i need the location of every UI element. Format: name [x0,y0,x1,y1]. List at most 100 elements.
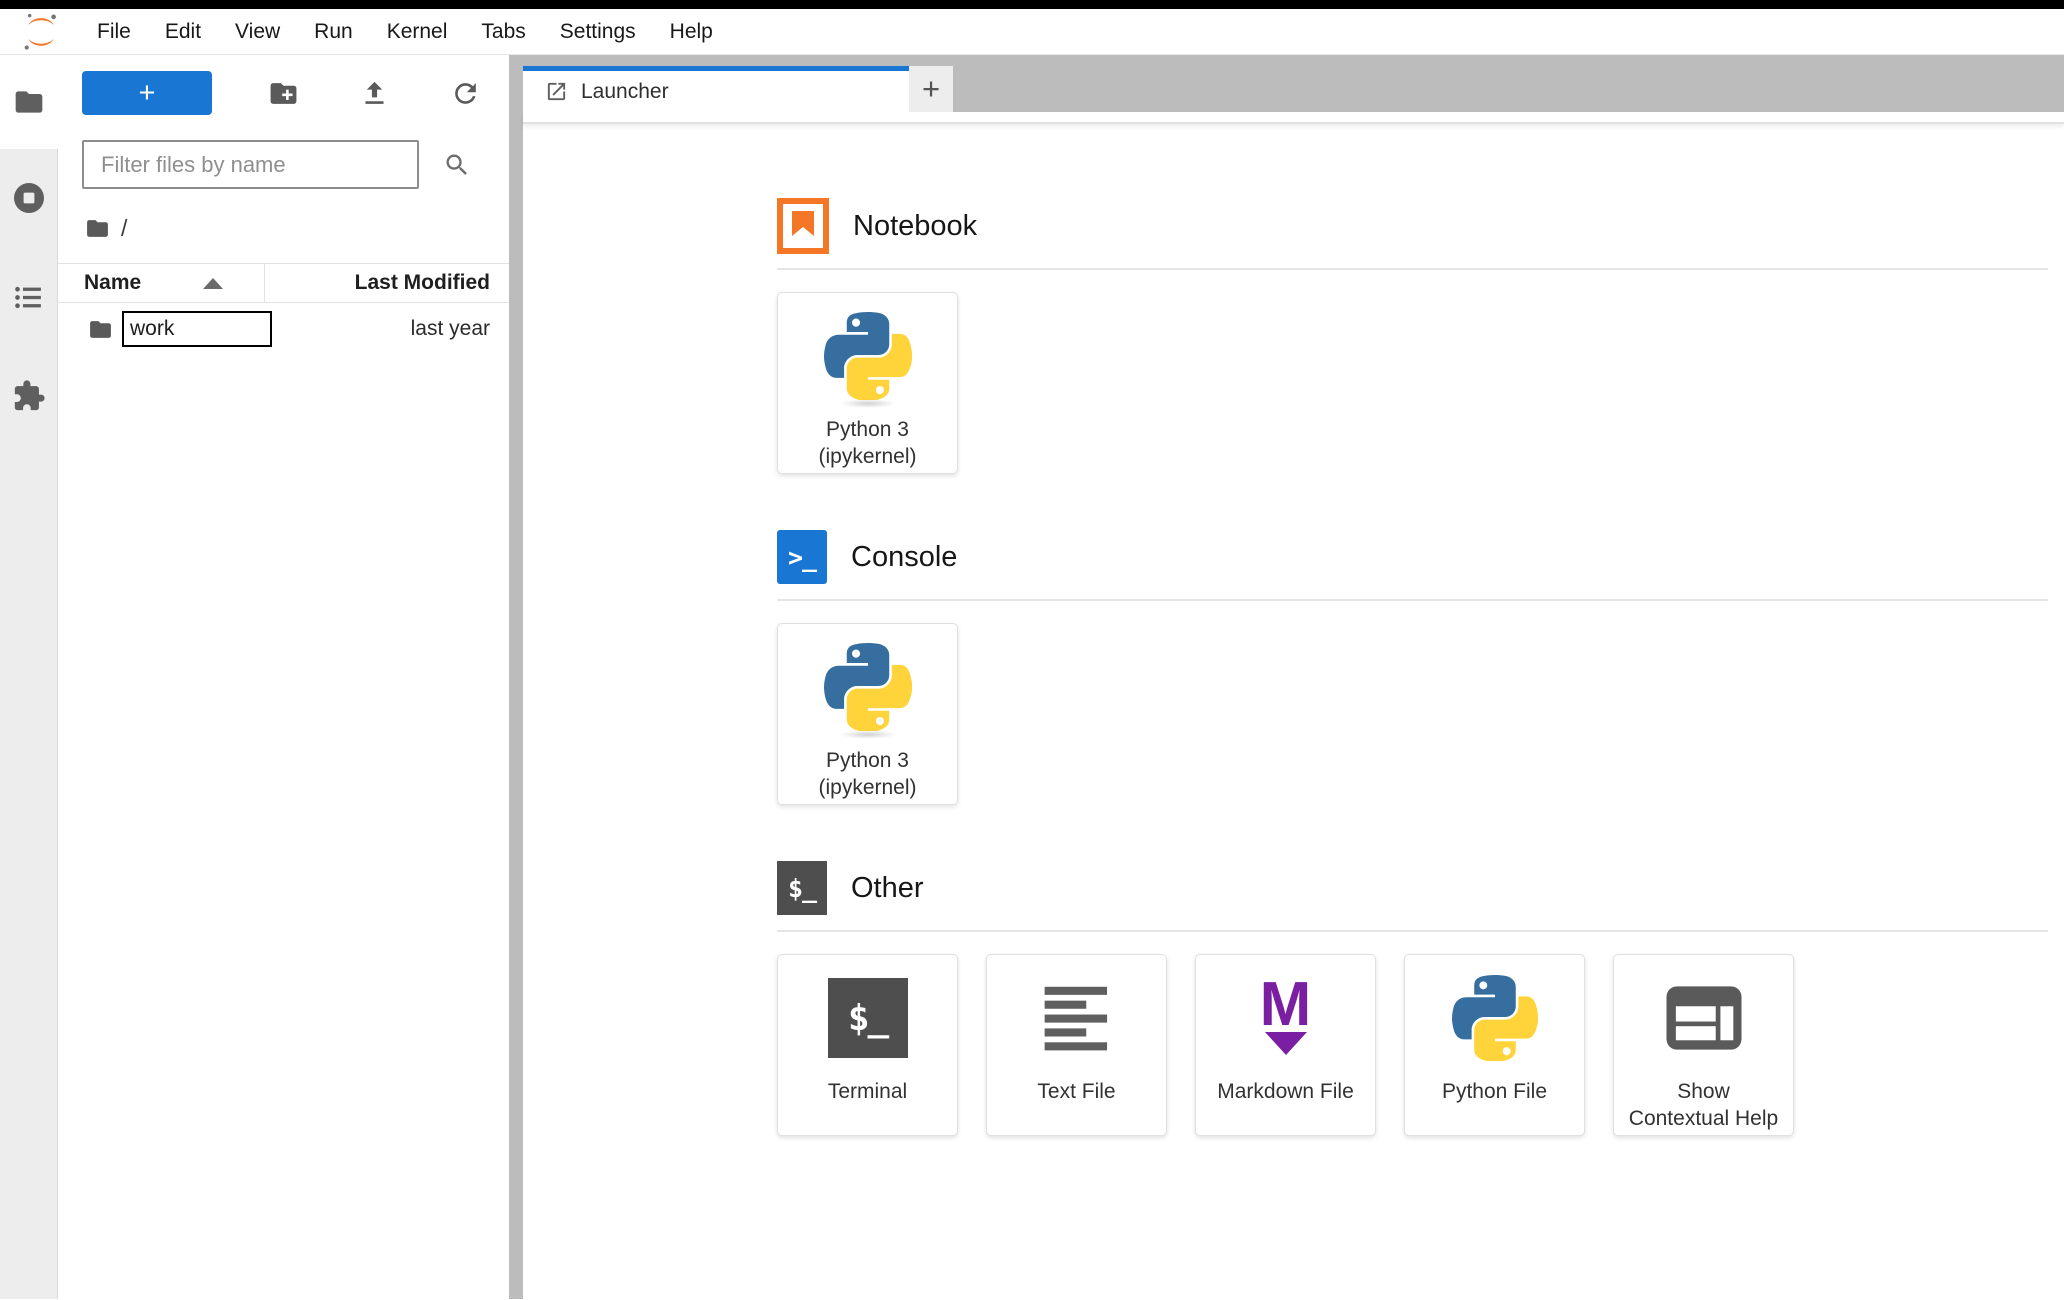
folder-icon [88,317,113,342]
file-browser-panel: + / [58,55,509,1299]
panel-splitter[interactable] [509,55,523,1299]
card-icon: $_ [818,970,918,1066]
table-row[interactable]: last year [58,303,509,355]
home-folder-icon[interactable] [85,216,110,241]
window-top-strip [0,0,2064,9]
sidebar-tab-running-kernels[interactable] [11,180,47,221]
jupyter-logo [16,11,66,53]
markdown-icon: M [1260,973,1311,1056]
logo-shadow [839,399,896,408]
workspace: + / [0,55,2064,1299]
terminal-icon: $_ [777,861,827,915]
card-icon [818,639,918,739]
column-header-last-modified[interactable]: Last Modified [264,264,509,302]
contextual-help-icon [1665,984,1743,1052]
menu-run[interactable]: Run [297,20,370,44]
activity-bar-rest [0,149,57,418]
menu-tabs[interactable]: Tabs [464,20,542,44]
python-logo-icon [1452,975,1538,1061]
card-icon [1654,970,1754,1066]
tab-bar-bottom-border [523,112,2064,124]
filter-files-input[interactable] [82,140,419,189]
menu-help[interactable]: Help [653,20,730,44]
puzzle-icon [12,379,46,413]
card-label: Python 3 (ipykernel) [818,749,917,799]
card-label: Show Contextual Help [1628,1080,1779,1130]
jupyterlab-window: File Edit View Run Kernel Tabs Settings … [0,0,2064,1299]
launcher-section-console: >_ Console Python 3 (ipykernel) [777,529,2048,805]
file-listing: Name Last Modified last year [58,263,509,355]
launcher-card-python3-notebook[interactable]: Python 3 (ipykernel) [777,292,958,474]
section-divider [777,599,2048,601]
search-icon [443,151,471,179]
logo-shadow [839,730,896,739]
menu-items: File Edit View Run Kernel Tabs Settings … [80,20,730,44]
section-title: Notebook [853,209,978,242]
tab-launcher-label: Launcher [581,79,669,103]
upload-icon [359,78,390,109]
stop-circle-icon [11,180,47,216]
rename-folder-input[interactable] [122,311,272,347]
section-cards: $_ Terminal Text File M Markdown File Py… [777,954,2048,1136]
refresh-button[interactable] [445,73,485,113]
menu-settings[interactable]: Settings [543,20,653,44]
card-icon [1445,970,1545,1066]
new-launcher-button[interactable]: + [82,71,212,115]
new-folder-button[interactable] [263,73,303,113]
notebook-icon [777,198,829,254]
card-label: Python 3 (ipykernel) [818,418,917,468]
card-icon [818,308,918,408]
text-file-icon [1040,981,1114,1055]
section-header: $_ Other [777,860,2048,916]
launcher-icon [545,80,568,103]
breadcrumb: / [85,215,509,242]
tab-bar: Launcher + [523,55,2064,112]
section-divider [777,930,2048,932]
launcher-card-text-file[interactable]: Text File [986,954,1167,1136]
last-modified-value: last year [410,317,490,340]
folder-icon [13,86,45,118]
activity-bar [0,55,58,1299]
filter-files-container [82,140,485,189]
markdown-arrow [1264,1032,1307,1056]
main-dock-area: Launcher + Notebook Python 3 (ipykernel)… [523,55,2064,1299]
sidebar-tab-file-browser[interactable] [0,55,58,149]
tab-launcher[interactable]: Launcher [523,66,909,112]
file-browser-toolbar: + [82,71,485,115]
section-cards: Python 3 (ipykernel) [777,292,2048,474]
launcher-card-terminal[interactable]: $_ Terminal [777,954,958,1136]
launcher-card-python-file[interactable]: Python File [1404,954,1585,1136]
launcher-card-python3-console[interactable]: Python 3 (ipykernel) [777,623,958,805]
launcher-card-markdown-file[interactable]: M Markdown File [1195,954,1376,1136]
console-icon: >_ [777,530,827,584]
python-logo-icon [824,312,912,400]
menu-kernel[interactable]: Kernel [370,20,465,44]
new-folder-icon [268,78,299,109]
card-label: Terminal [827,1080,908,1103]
new-tab-button[interactable]: + [909,66,953,112]
upload-button[interactable] [354,73,394,113]
column-name-label: Name [84,271,142,294]
menu-file[interactable]: File [80,20,148,44]
launcher-section-notebook: Notebook Python 3 (ipykernel) [777,198,2048,474]
column-header-name[interactable]: Name [58,264,264,302]
file-listing-header: Name Last Modified [58,263,509,303]
launcher-card-show-contextual-help[interactable]: Show Contextual Help [1613,954,1794,1136]
sort-ascending-icon [203,277,224,289]
breadcrumb-root[interactable]: / [121,215,127,242]
card-label: Markdown File [1217,1080,1354,1103]
menu-view[interactable]: View [218,20,297,44]
terminal-icon: $_ [827,978,908,1058]
list-icon [12,281,45,314]
sidebar-tab-extensions[interactable] [12,379,46,418]
python-logo-icon [824,643,912,731]
section-title: Other [851,871,924,904]
card-icon [1027,970,1127,1066]
refresh-icon [450,78,481,109]
menu-edit[interactable]: Edit [148,20,218,44]
menu-bar: File Edit View Run Kernel Tabs Settings … [0,9,2064,55]
card-icon: M [1236,970,1336,1066]
section-header: Notebook [777,198,2048,254]
sidebar-tab-table-of-contents[interactable] [12,281,45,319]
card-label: Text File [1037,1080,1116,1103]
